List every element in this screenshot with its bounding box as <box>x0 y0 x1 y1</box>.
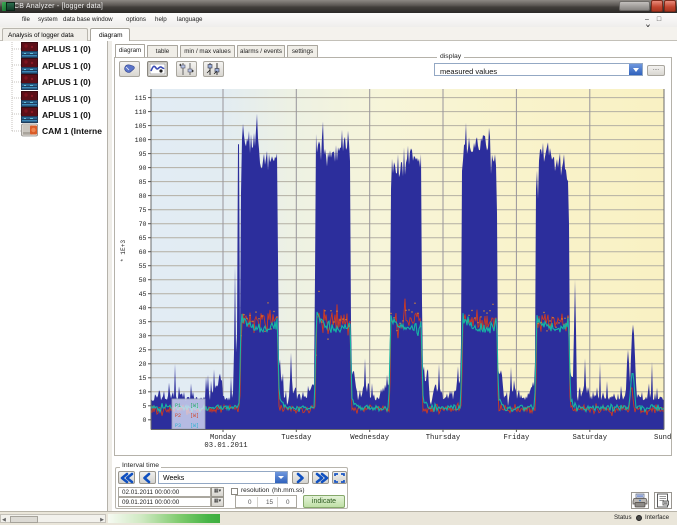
svg-text:20: 20 <box>139 361 147 368</box>
svg-text:115: 115 <box>135 95 147 102</box>
svg-text:03.01.2011: 03.01.2011 <box>204 442 247 450</box>
svg-text:65: 65 <box>139 235 147 242</box>
svg-text:15: 15 <box>139 375 147 382</box>
svg-text:75: 75 <box>139 207 147 214</box>
svg-text:Sund: Sund <box>654 434 671 442</box>
svg-text:Monday: Monday <box>210 434 237 442</box>
svg-text:5: 5 <box>143 403 147 410</box>
svg-text:Thursday: Thursday <box>426 434 461 442</box>
svg-text:P2: P2 <box>175 413 181 419</box>
svg-text:30: 30 <box>139 333 147 340</box>
svg-text:55: 55 <box>139 263 147 270</box>
svg-text:P1: P1 <box>175 403 181 409</box>
svg-text:10: 10 <box>139 389 147 396</box>
svg-text:Saturday: Saturday <box>573 434 608 442</box>
svg-text:Tuesday: Tuesday <box>281 434 312 442</box>
svg-text:40: 40 <box>139 305 147 312</box>
svg-text:[W]: [W] <box>190 413 199 419</box>
svg-text:0: 0 <box>143 417 147 424</box>
svg-text:45: 45 <box>139 291 147 298</box>
svg-text:105: 105 <box>135 123 147 130</box>
svg-text:60: 60 <box>139 249 147 256</box>
svg-text:* 1E+3: * 1E+3 <box>120 240 127 263</box>
svg-text:100: 100 <box>135 137 147 144</box>
svg-text:85: 85 <box>139 179 147 186</box>
svg-text:Wednesday: Wednesday <box>350 434 390 442</box>
svg-text:[W]: [W] <box>190 423 199 429</box>
svg-text:Friday: Friday <box>503 434 530 442</box>
svg-text:90: 90 <box>139 165 147 172</box>
svg-text:70: 70 <box>139 221 147 228</box>
svg-text:35: 35 <box>139 319 147 326</box>
svg-text:25: 25 <box>139 347 147 354</box>
svg-text:110: 110 <box>135 109 147 116</box>
svg-text:95: 95 <box>139 151 147 158</box>
svg-text:[W]: [W] <box>190 403 199 409</box>
svg-text:80: 80 <box>139 193 147 200</box>
svg-text:P3: P3 <box>175 423 181 429</box>
svg-text:50: 50 <box>139 277 147 284</box>
